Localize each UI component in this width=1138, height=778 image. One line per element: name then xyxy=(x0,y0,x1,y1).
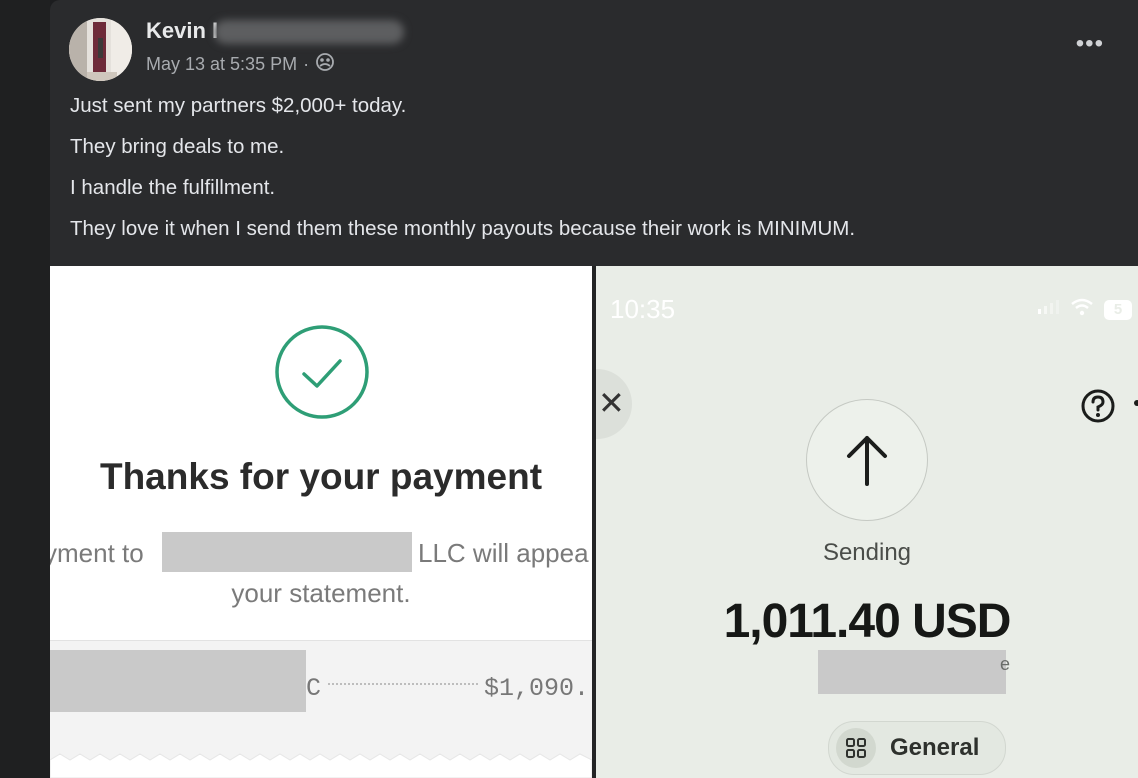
grid-icon xyxy=(836,728,876,768)
post-line: I handle the fulfillment. xyxy=(70,176,276,199)
checkmark-circle-icon xyxy=(275,325,369,419)
wifi-icon xyxy=(1070,298,1094,321)
transfer-status-label: Sending xyxy=(822,539,912,566)
status-bar-icons: 5 xyxy=(1038,298,1132,321)
receipt-torn-edge xyxy=(50,753,592,778)
post-line: Just sent my partners $2,000+ today. xyxy=(70,94,407,117)
sending-status-badge xyxy=(806,399,928,521)
category-chip[interactable]: General xyxy=(828,721,1006,775)
receipt-statement-text: your statement. xyxy=(231,578,411,608)
overflow-menu-icon[interactable] xyxy=(1134,400,1138,406)
post-meta: May 13 at 5:35 PM · xyxy=(146,52,335,77)
category-label: General xyxy=(890,734,980,761)
payee-redaction xyxy=(162,532,412,572)
avatar[interactable] xyxy=(69,18,132,81)
transfer-amount: 1,011.40 USD xyxy=(723,595,1012,648)
receipt-payment-prefix: yment to xyxy=(50,538,144,568)
left-sidebar-strip xyxy=(0,0,50,778)
meta-separator: · xyxy=(303,54,310,74)
group-audience-icon xyxy=(315,52,335,77)
close-icon: ✕ xyxy=(598,385,625,421)
receipt-image[interactable]: Thanks for your payment yment to LLC wil… xyxy=(50,266,592,778)
battery-icon: 5 xyxy=(1104,299,1132,320)
receipt-title: Thanks for your payment xyxy=(99,456,543,497)
more-options-icon[interactable]: ••• xyxy=(1076,30,1104,58)
line-item-leader-dots xyxy=(328,683,478,685)
author-name[interactable]: Kevin I xyxy=(146,18,218,44)
post-text: Just sent my partners $2,000+ today. The… xyxy=(70,94,855,258)
avatar-photo xyxy=(69,18,132,81)
recipient-text-fragment: e xyxy=(1000,654,1011,674)
line-item-redaction xyxy=(50,650,306,712)
help-icon xyxy=(1081,389,1115,423)
line-item-letter: C xyxy=(306,674,322,703)
arrow-up-icon xyxy=(847,436,887,486)
receipt-payment-suffix: LLC will appea xyxy=(418,538,589,568)
transfer-image[interactable]: 10:35 5 ✕ Sending 1,011.40 USD e General xyxy=(596,266,1138,778)
status-bar-time: 10:35 xyxy=(610,294,676,324)
author-surname-redaction xyxy=(214,20,404,44)
line-item-amount: $1,090. xyxy=(484,674,590,703)
signal-icon xyxy=(1038,300,1060,319)
post-timestamp[interactable]: May 13 at 5:35 PM xyxy=(146,54,297,75)
post-card: Kevin I May 13 at 5:35 PM · ••• Just sen… xyxy=(50,0,1138,778)
post-line: They love it when I send them these mont… xyxy=(70,217,856,240)
recipient-redaction xyxy=(818,650,1006,694)
post-line: They bring deals to me. xyxy=(70,135,285,158)
